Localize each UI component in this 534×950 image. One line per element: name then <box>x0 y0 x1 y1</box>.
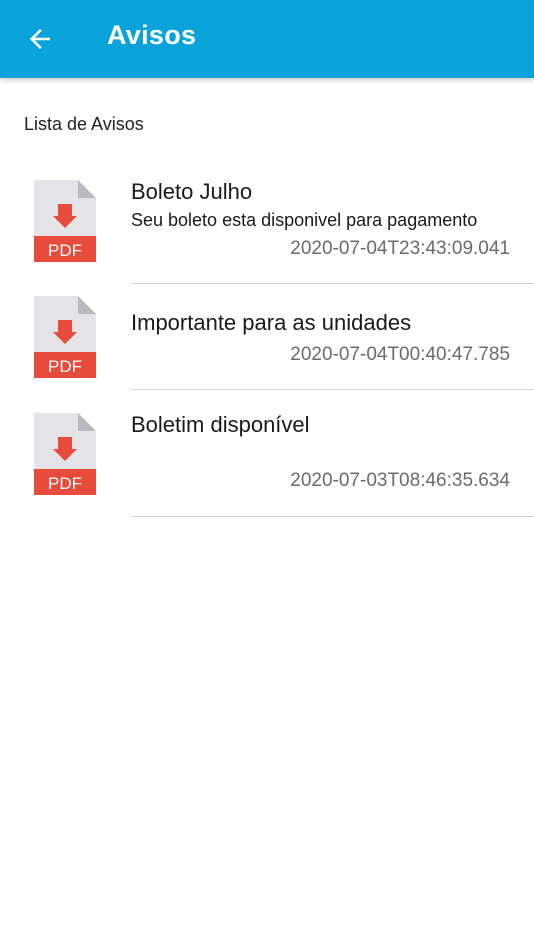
svg-text:PDF: PDF <box>48 241 82 260</box>
list-item[interactable]: PDF Boleto Julho Seu boleto esta disponi… <box>0 160 534 284</box>
pdf-file-icon: PDF <box>34 180 96 262</box>
notice-date: 2020-07-04T23:43:09.041 <box>290 238 510 259</box>
list-item[interactable]: PDF Boletim disponível 2020-07-03T08:46:… <box>0 390 534 517</box>
page-title: Avisos <box>107 20 197 50</box>
notice-title: Boletim disponível <box>131 412 310 437</box>
pdf-file-icon: PDF <box>34 413 96 495</box>
notice-date: 2020-07-04T00:40:47.785 <box>290 344 510 365</box>
svg-text:PDF: PDF <box>48 474 82 493</box>
back-button[interactable] <box>14 14 66 64</box>
notice-date: 2020-07-03T08:46:35.634 <box>290 470 510 491</box>
svg-text:PDF: PDF <box>48 357 82 376</box>
arrow-left-icon <box>30 29 50 49</box>
notice-subtitle: Seu boleto esta disponivel para pagament… <box>131 210 478 230</box>
section-label: Lista de Avisos <box>24 114 144 134</box>
divider <box>131 516 534 517</box>
app-bar: Avisos <box>0 0 534 78</box>
notice-title: Boleto Julho <box>131 179 253 204</box>
pdf-file-icon: PDF <box>34 296 96 378</box>
list-item[interactable]: PDF Importante para as unidades 2020-07-… <box>0 284 534 390</box>
notice-list: PDF Boleto Julho Seu boleto esta disponi… <box>0 160 534 517</box>
notice-title: Importante para as unidades <box>131 310 412 335</box>
